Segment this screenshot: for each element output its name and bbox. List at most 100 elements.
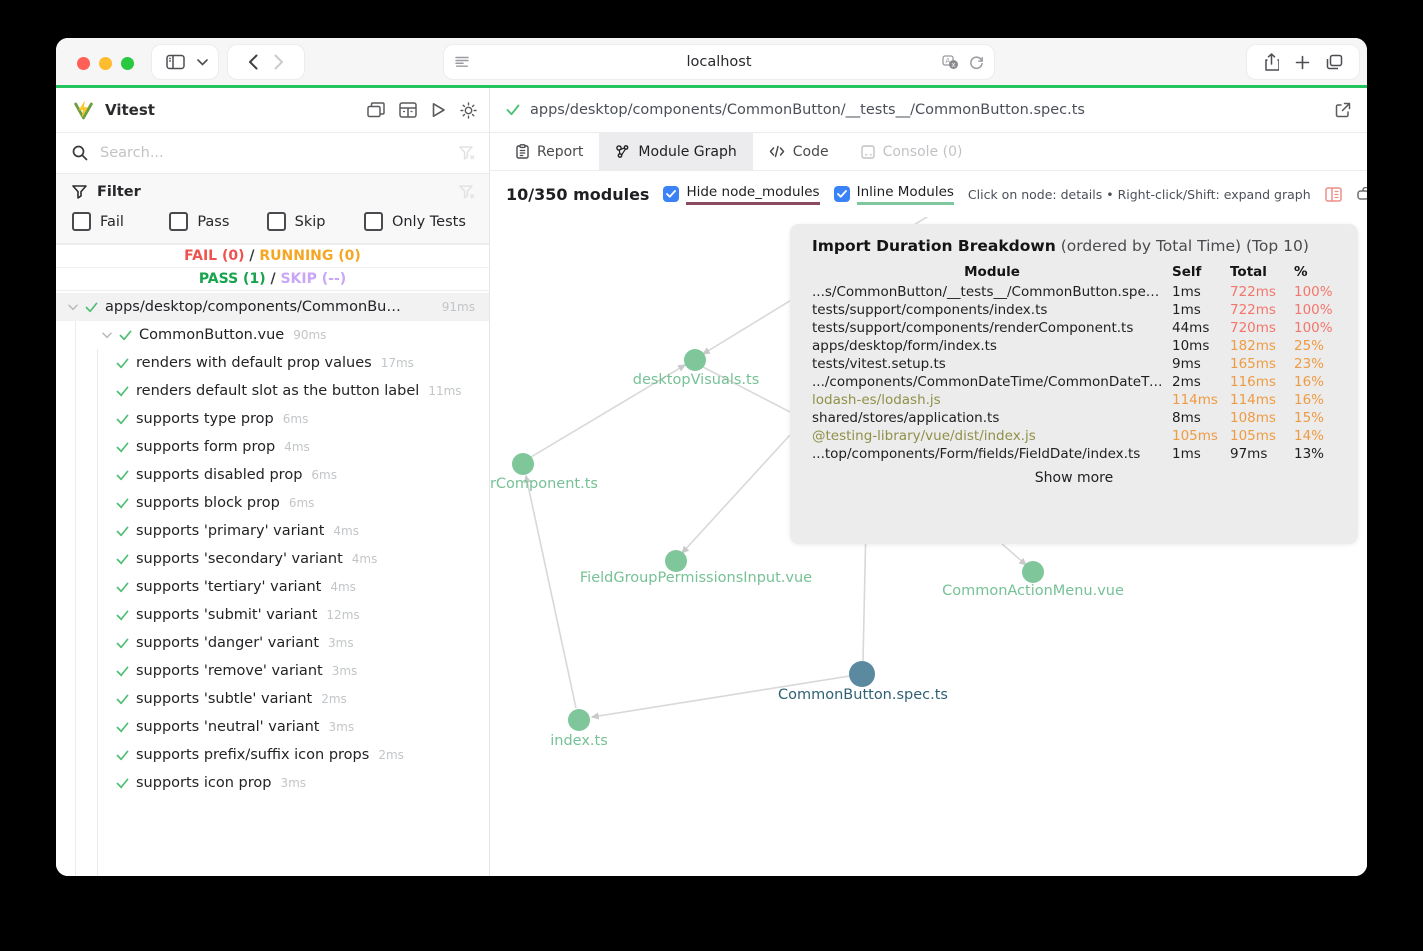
tab-bar: Report Module Graph Code Console (0) (490, 133, 1367, 171)
tab-overview-icon[interactable] (1318, 54, 1351, 70)
legend-icon[interactable] (1325, 187, 1342, 202)
tree-item-test[interactable]: renders default slot as the button label… (56, 377, 489, 405)
table-row[interactable]: shared/stores/application.ts 8ms 108ms 1… (812, 409, 1336, 427)
graph-node-commonactionmenu[interactable] (1022, 561, 1044, 583)
graph-node-label: CommonButton.spec.ts (778, 687, 948, 703)
sidebar-toggle-icon[interactable] (158, 54, 193, 70)
checkbox-icon[interactable] (169, 212, 188, 231)
col-pct: % (1294, 263, 1336, 283)
table-row[interactable]: ...top/components/Form/fields/FieldDate/… (812, 445, 1336, 463)
check-icon (116, 498, 129, 509)
checkbox-icon[interactable] (267, 212, 286, 231)
chevron-down-icon[interactable] (102, 332, 112, 339)
reader-view-icon[interactable] (454, 55, 470, 69)
vitest-logo (72, 99, 95, 121)
tree-item-test[interactable]: supports 'subtle' variant2ms (56, 685, 489, 713)
tree-item-test[interactable]: supports type prop6ms (56, 405, 489, 433)
file-header: apps/desktop/components/CommonButton/__t… (490, 88, 1367, 133)
tree-item-test[interactable]: supports 'primary' variant4ms (56, 517, 489, 545)
tab-console[interactable]: Console (0) (845, 133, 979, 170)
window-stack-icon[interactable] (367, 102, 385, 118)
tree-item-suite[interactable]: CommonButton.vue 90ms (56, 321, 489, 349)
tree-item-test[interactable]: supports 'neutral' variant3ms (56, 713, 489, 741)
graph-node-label: index.ts (550, 733, 608, 749)
tree-item-test[interactable]: supports 'secondary' variant4ms (56, 545, 489, 573)
tree-item-test[interactable]: supports 'submit' variant12ms (56, 601, 489, 629)
hide-node-modules-checkbox[interactable]: Hide node_modules (663, 184, 819, 205)
tree-item-test[interactable]: supports disabled prop6ms (56, 461, 489, 489)
schema-layout-icon[interactable] (1357, 187, 1367, 202)
check-icon (116, 554, 129, 565)
check-icon (119, 330, 132, 341)
check-icon (85, 302, 98, 313)
checkbox-checked-icon[interactable] (663, 186, 679, 202)
reload-icon[interactable] (969, 55, 984, 70)
sidebar-header: Vitest (56, 88, 489, 132)
inline-modules-checkbox[interactable]: Inline Modules (834, 184, 954, 205)
filter-title: Filter (97, 184, 449, 200)
table-row[interactable]: @testing-library/vue/dist/index.js 105ms… (812, 427, 1336, 445)
module-graph-canvas[interactable]: desktopVisuals.ts renderComponent.ts Fie… (490, 217, 1367, 876)
graph-node-index[interactable] (568, 709, 590, 731)
filter-checkbox-fail[interactable]: Fail (72, 212, 169, 231)
tab-report[interactable]: Report (500, 133, 599, 170)
traffic-minimize-button[interactable] (99, 57, 112, 70)
graph-toolbar: 10/350 modules Hide node_modules Inline … (490, 171, 1367, 217)
check-icon (506, 104, 520, 116)
graph-node-desktopvisuals[interactable] (684, 349, 706, 371)
back-icon[interactable] (240, 54, 266, 70)
filter-checkbox-only-tests[interactable]: Only Tests (364, 212, 471, 231)
table-row[interactable]: tests/support/components/index.ts 1ms 72… (812, 301, 1336, 319)
theme-toggle-icon[interactable] (460, 102, 477, 119)
graph-node-label: FieldGroupPermissionsInput.vue (580, 570, 812, 586)
duration-table: Module Self Total % ...s/CommonButton/__… (812, 263, 1336, 463)
graph-node-fieldgrouppermissionsinput[interactable] (665, 550, 687, 572)
filter-checkbox-skip[interactable]: Skip (267, 212, 364, 231)
tree-item-test[interactable]: supports block prop6ms (56, 489, 489, 517)
tree-item-test[interactable]: supports 'remove' variant3ms (56, 657, 489, 685)
run-all-icon[interactable] (431, 102, 446, 118)
check-icon (116, 358, 129, 369)
tree-item-test[interactable]: supports 'danger' variant3ms (56, 629, 489, 657)
traffic-close-button[interactable] (77, 57, 90, 70)
traffic-zoom-button[interactable] (121, 57, 134, 70)
address-bar[interactable]: localhost Ax (444, 45, 994, 79)
tree-item-test[interactable]: renders with default prop values17ms (56, 349, 489, 377)
table-row[interactable]: ...s/CommonButton/__tests__/CommonButton… (812, 283, 1336, 301)
checkbox-icon[interactable] (72, 212, 91, 231)
search-bar[interactable]: Search... (56, 132, 489, 174)
graph-node-commonbutton-spec[interactable] (849, 661, 875, 687)
tree-item-test[interactable]: supports icon prop3ms (56, 769, 489, 797)
forward-icon[interactable] (266, 54, 292, 70)
check-icon (116, 610, 129, 621)
new-tab-icon[interactable] (1287, 55, 1318, 70)
translate-icon[interactable]: Ax (942, 55, 959, 70)
tree-item-test[interactable]: supports 'tertiary' variant4ms (56, 573, 489, 601)
table-row[interactable]: tests/support/components/renderComponent… (812, 319, 1336, 337)
table-row[interactable]: apps/desktop/form/index.ts 10ms 182ms 25… (812, 337, 1336, 355)
search-input[interactable]: Search... (100, 145, 447, 161)
chevron-down-icon[interactable] (68, 304, 78, 311)
tree-item-test[interactable]: supports form prop4ms (56, 433, 489, 461)
share-icon[interactable] (1256, 53, 1287, 71)
show-more-button[interactable]: Show more (812, 470, 1336, 486)
tree-item-spec-file[interactable]: apps/desktop/components/CommonButton/__t… (56, 293, 489, 321)
table-row[interactable]: .../components/CommonDateTime/CommonDate… (812, 373, 1336, 391)
open-external-icon[interactable] (1335, 102, 1351, 118)
table-row[interactable]: lodash-es/lodash.js 114ms 114ms 16% (812, 391, 1336, 409)
window-actions-group (1247, 45, 1359, 79)
checkbox-icon[interactable] (364, 212, 383, 231)
clear-filter-icon[interactable] (459, 185, 475, 199)
graph-node-rendercomponent[interactable] (512, 453, 534, 475)
chevron-down-icon[interactable] (193, 59, 212, 66)
clear-search-filter-icon[interactable] (459, 146, 475, 160)
filter-checkbox-pass[interactable]: Pass (169, 212, 266, 231)
check-icon (116, 414, 129, 425)
tab-module-graph[interactable]: Module Graph (599, 133, 752, 170)
tree-item-test[interactable]: supports prefix/suffix icon props2ms (56, 741, 489, 769)
checkbox-checked-icon[interactable] (834, 186, 850, 202)
table-row[interactable]: tests/vitest.setup.ts 9ms 165ms 23% (812, 355, 1336, 373)
fail-count: FAIL (0) (184, 248, 244, 264)
tab-code[interactable]: Code (753, 133, 845, 170)
dashboard-icon[interactable] (399, 102, 417, 118)
